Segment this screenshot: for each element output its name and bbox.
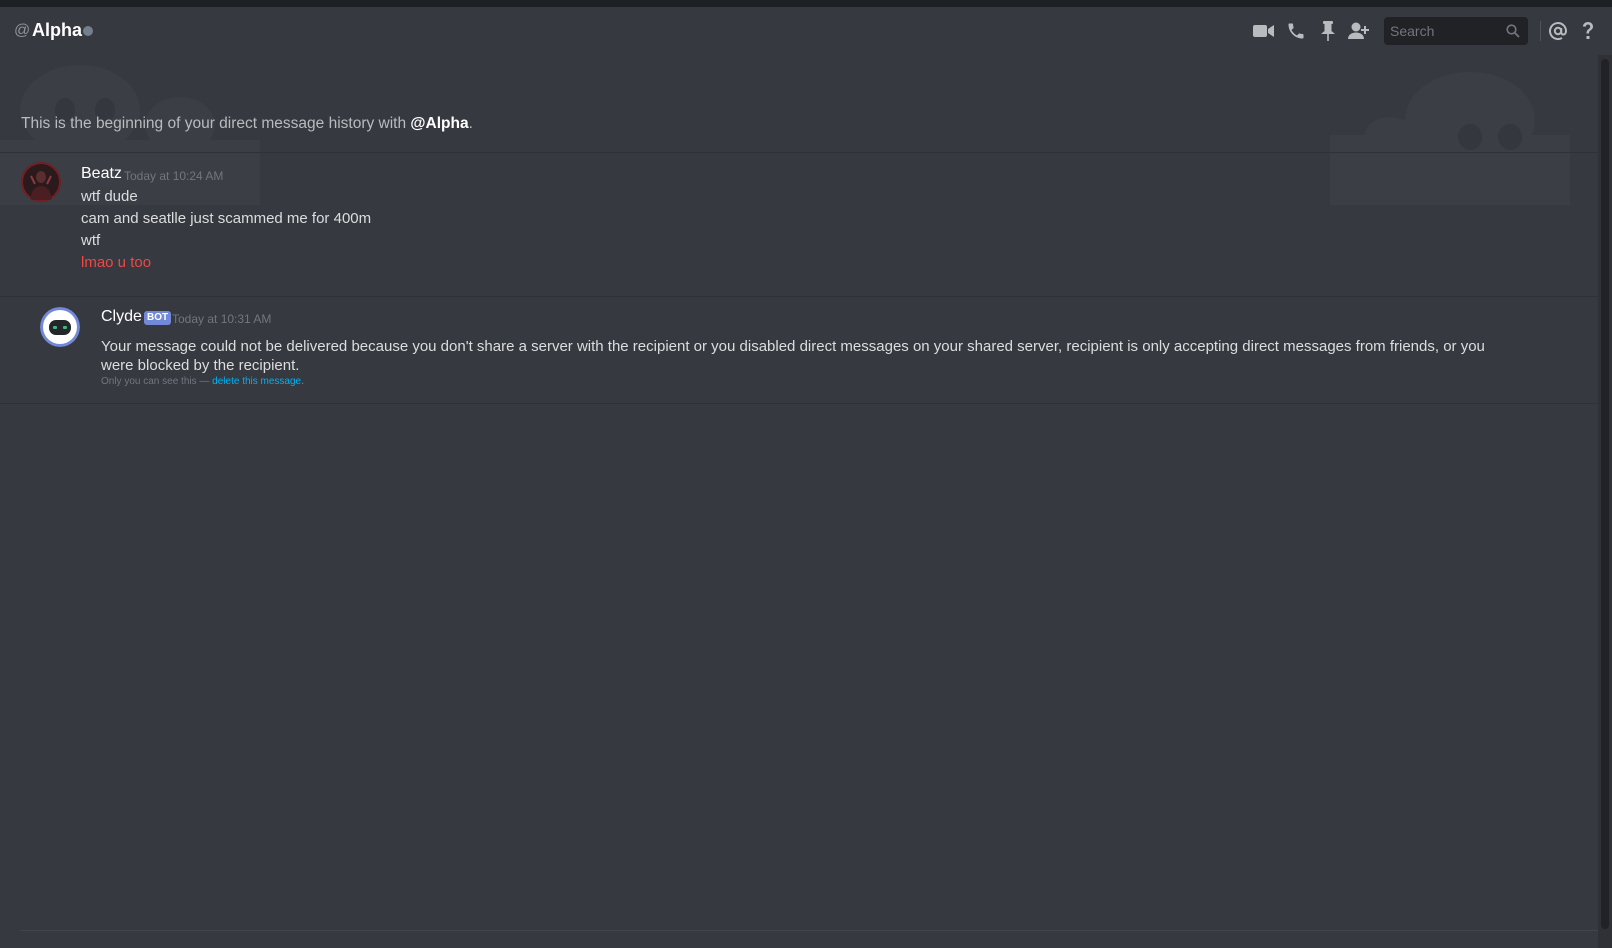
mention-icon[interactable] xyxy=(1546,19,1570,43)
author-name[interactable]: Clyde xyxy=(101,308,142,326)
divider xyxy=(0,403,1598,404)
delete-message-link[interactable]: delete this message. xyxy=(212,376,304,387)
message-text: wtf dude xyxy=(81,188,138,205)
video-call-icon[interactable] xyxy=(1252,19,1276,43)
at-icon: @ xyxy=(14,22,31,39)
message-timestamp: Today at 10:24 AM xyxy=(124,169,224,183)
message-text: cam and seatlle just scammed me for 400m xyxy=(81,210,372,227)
status-indicator xyxy=(83,26,93,36)
divider xyxy=(0,296,1598,297)
scrollbar[interactable] xyxy=(1598,55,1612,948)
author-name[interactable]: Beatz xyxy=(81,165,122,183)
add-friend-icon[interactable] xyxy=(1347,19,1371,43)
composer-divider xyxy=(20,930,1598,931)
channel-header: @ Alpha xyxy=(0,7,1612,55)
avatar[interactable] xyxy=(21,162,61,202)
bot-tag: BOT xyxy=(144,311,172,325)
search-box[interactable] xyxy=(1384,17,1528,45)
search-input[interactable] xyxy=(1384,17,1502,45)
ephemeral-notice: Only you can see this — delete this mess… xyxy=(101,376,304,387)
help-icon[interactable] xyxy=(1576,19,1600,43)
pin-icon[interactable] xyxy=(1316,19,1340,43)
message-text: wtf xyxy=(81,232,101,249)
message-list[interactable]: This is the beginning of your direct mes… xyxy=(0,55,1598,948)
dm-intro-text: This is the beginning of your direct mes… xyxy=(21,115,473,132)
divider xyxy=(0,152,1598,153)
intro-mention[interactable]: @Alpha xyxy=(410,115,468,132)
channel-name[interactable]: Alpha xyxy=(32,20,82,41)
header-divider xyxy=(1540,21,1541,41)
message-text-failed: lmao u too xyxy=(81,254,152,271)
voice-call-icon[interactable] xyxy=(1284,19,1308,43)
search-icon xyxy=(1506,24,1520,43)
message-timestamp: Today at 10:31 AM xyxy=(172,312,272,326)
message-text: Your message could not be delivered beca… xyxy=(101,338,1485,374)
scrollbar-thumb[interactable] xyxy=(1601,59,1609,929)
clyde-avatar[interactable] xyxy=(40,307,80,347)
window-titlebar xyxy=(0,0,1612,7)
